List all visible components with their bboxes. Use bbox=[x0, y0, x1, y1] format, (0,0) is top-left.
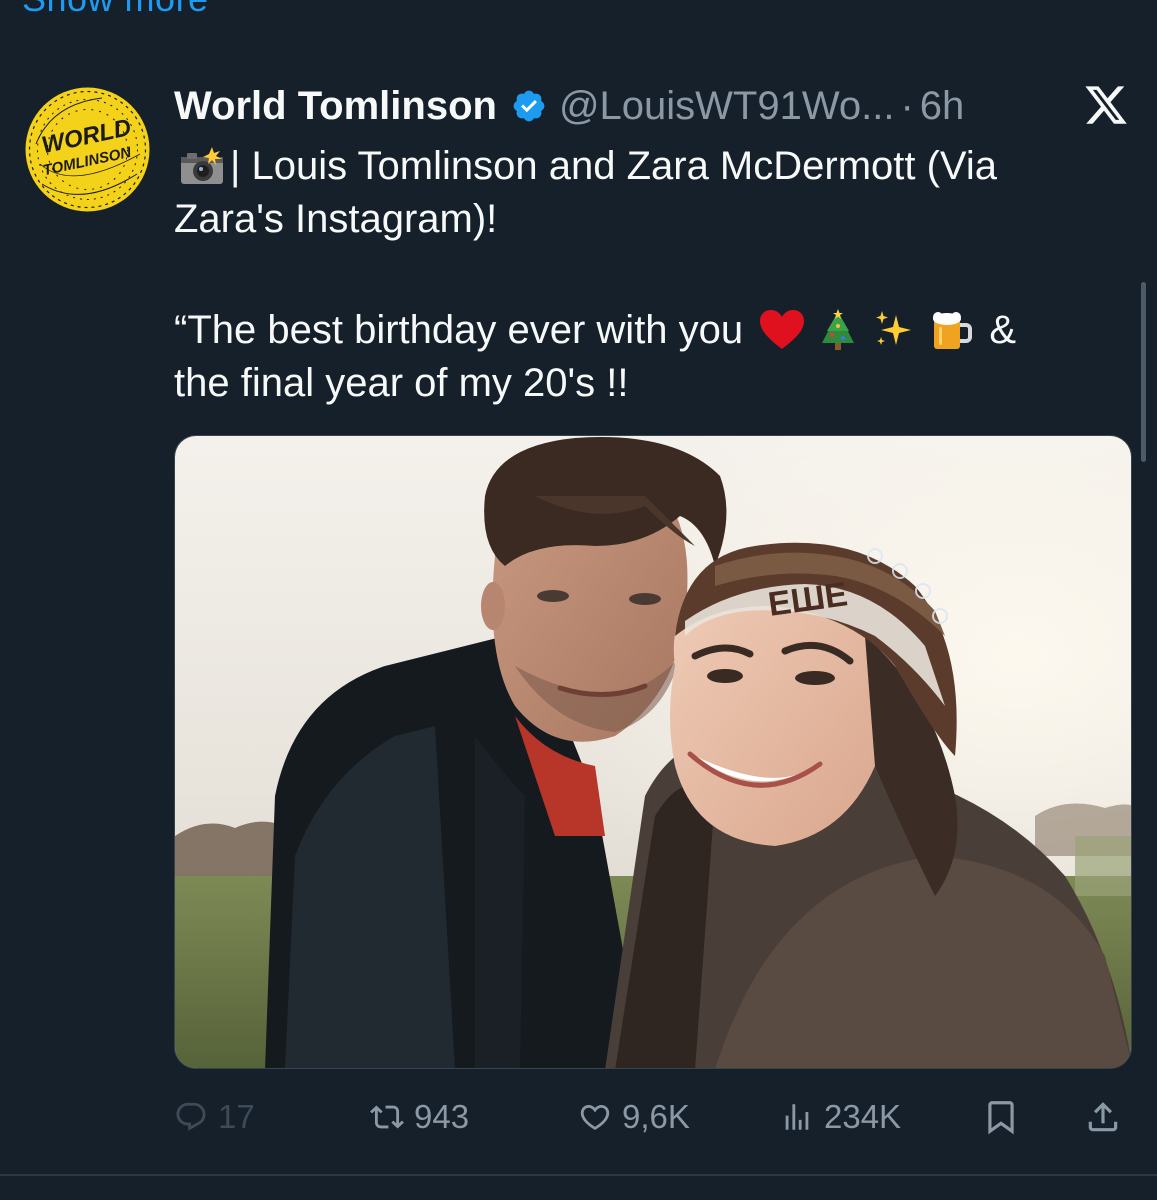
heart-icon bbox=[580, 1104, 610, 1130]
reply-count: 17 bbox=[218, 1098, 255, 1135]
tweet-text: | Louis Tomlinson and Zara McDermott (Vi… bbox=[174, 140, 1114, 410]
show-more-link[interactable]: Show more bbox=[22, 0, 209, 20]
action-bar: 17 943 9,6K 234K bbox=[174, 1092, 1134, 1142]
chevron-right-icon[interactable] bbox=[1099, 0, 1119, 12]
share-button[interactable] bbox=[1084, 1092, 1122, 1142]
tweet-header: World Tomlinson @LouisWT91Wo... · 6h bbox=[174, 82, 964, 130]
x-logo-icon[interactable] bbox=[1083, 82, 1129, 128]
share-icon bbox=[1088, 1102, 1118, 1132]
tweet-quote-end: the final year of my 20's !! bbox=[174, 361, 629, 405]
christmas-tree-emoji bbox=[822, 309, 855, 350]
sparkles-emoji bbox=[876, 311, 912, 345]
reply-button[interactable]: 17 bbox=[174, 1092, 255, 1142]
views-icon bbox=[785, 1104, 809, 1130]
timestamp[interactable]: 6h bbox=[920, 84, 965, 129]
divider bbox=[0, 1174, 1157, 1176]
reply-icon bbox=[176, 1102, 206, 1131]
retweet-button[interactable]: 943 bbox=[370, 1092, 469, 1142]
views-button[interactable]: 234K bbox=[780, 1092, 901, 1142]
camera-flash-emoji bbox=[181, 147, 223, 184]
separator-dot: · bbox=[900, 83, 914, 128]
retweet-count: 943 bbox=[414, 1098, 470, 1135]
bookmark-button[interactable] bbox=[982, 1092, 1020, 1142]
avatar[interactable]: WORLD TOMLINSON bbox=[22, 84, 153, 215]
verified-badge-icon bbox=[513, 90, 545, 122]
tweet-photo[interactable]: ЕШЕ bbox=[174, 435, 1132, 1069]
tweet-text-line1: | Louis Tomlinson and Zara McDermott (Vi… bbox=[174, 144, 998, 241]
beer-mug-emoji bbox=[933, 312, 973, 349]
bookmark-icon bbox=[988, 1101, 1014, 1135]
tweet-quote-start: “The best birthday ever with you bbox=[174, 308, 744, 352]
red-heart-emoji bbox=[760, 310, 805, 349]
retweet-icon bbox=[370, 1105, 404, 1129]
tweet-quote-amp: & bbox=[989, 308, 1017, 352]
user-handle[interactable]: @LouisWT91Wo... bbox=[559, 84, 895, 129]
views-count: 234K bbox=[824, 1098, 902, 1135]
like-count: 9,6K bbox=[622, 1098, 690, 1135]
scrollbar[interactable] bbox=[1141, 282, 1146, 462]
display-name[interactable]: World Tomlinson bbox=[174, 84, 497, 129]
like-button[interactable]: 9,6K bbox=[578, 1092, 690, 1142]
